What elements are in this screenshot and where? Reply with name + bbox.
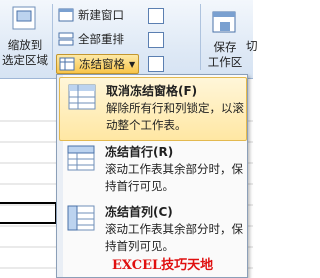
hide-window-icon[interactable] <box>148 32 164 48</box>
save-workspace-button[interactable]: 保存 工作区 <box>204 2 246 72</box>
menu-item-unfreeze-panes[interactable]: 取消冻结窗格(F) 解除所有行和列锁定，以滚动整个工作表。 <box>59 77 247 141</box>
new-window-icon <box>58 8 74 22</box>
menu-item-freeze-top-row[interactable]: 冻结首行(R) 滚动工作表其余部分时，保持首行可见。 <box>59 139 245 199</box>
freeze-panes-dropdown-menu: 取消冻结窗格(F) 解除所有行和列锁定，以滚动整个工作表。 冻结首行(R) 滚动… <box>56 74 248 278</box>
new-window-label: 新建窗口 <box>78 8 124 22</box>
ribbon-separator <box>52 4 53 70</box>
arrange-all-button[interactable]: 全部重排 <box>58 30 124 48</box>
split-icon[interactable] <box>148 8 164 24</box>
new-window-button[interactable]: 新建窗口 <box>58 6 124 24</box>
menu-item-freeze-first-column[interactable]: 冻结首列(C) 滚动工作表其余部分时，保持首列可见。 <box>59 199 245 261</box>
chevron-down-icon: ▼ <box>129 59 136 69</box>
menu-item-description: 滚动工作表其余部分时，保持首行可见。 <box>105 162 243 193</box>
freeze-panes-label: 冻结窗格 <box>79 57 125 71</box>
freeze-first-column-icon <box>67 205 95 231</box>
freeze-top-row-icon <box>67 145 95 171</box>
active-cell[interactable] <box>0 202 57 224</box>
unfreeze-panes-icon <box>68 84 96 110</box>
zoom-to-selection-label: 缩放到 选定区域 <box>2 38 48 67</box>
zoom-selection-icon <box>12 6 36 30</box>
watermark-text: EXCEL技巧天地 <box>112 258 214 273</box>
freeze-panes-button[interactable]: 冻结窗格 ▼ <box>56 54 140 74</box>
menu-item-title: 取消冻结窗格(F) <box>106 84 198 98</box>
menu-item-description: 解除所有行和列锁定，以滚动整个工作表。 <box>106 101 244 132</box>
freeze-panes-icon <box>59 57 75 71</box>
switch-window-label[interactable]: 切 <box>246 38 258 54</box>
zoom-to-selection-button[interactable]: 缩放到 选定区域 <box>0 0 50 74</box>
menu-item-title: 冻结首行(R) <box>105 145 174 159</box>
arrange-all-icon <box>58 32 74 46</box>
save-workspace-icon <box>212 11 236 33</box>
ribbon-view-tab: 缩放到 选定区域 新建窗口 全部重排 冻结窗格 ▼ 保存 工作区 切 <box>0 0 258 79</box>
unhide-window-icon[interactable] <box>148 56 164 72</box>
arrange-all-label: 全部重排 <box>78 32 124 46</box>
menu-item-description: 滚动工作表其余部分时，保持首列可见。 <box>105 222 243 253</box>
ribbon-separator <box>200 4 201 70</box>
menu-item-title: 冻结首列(C) <box>105 205 173 219</box>
save-workspace-label: 保存 工作区 <box>207 40 243 69</box>
